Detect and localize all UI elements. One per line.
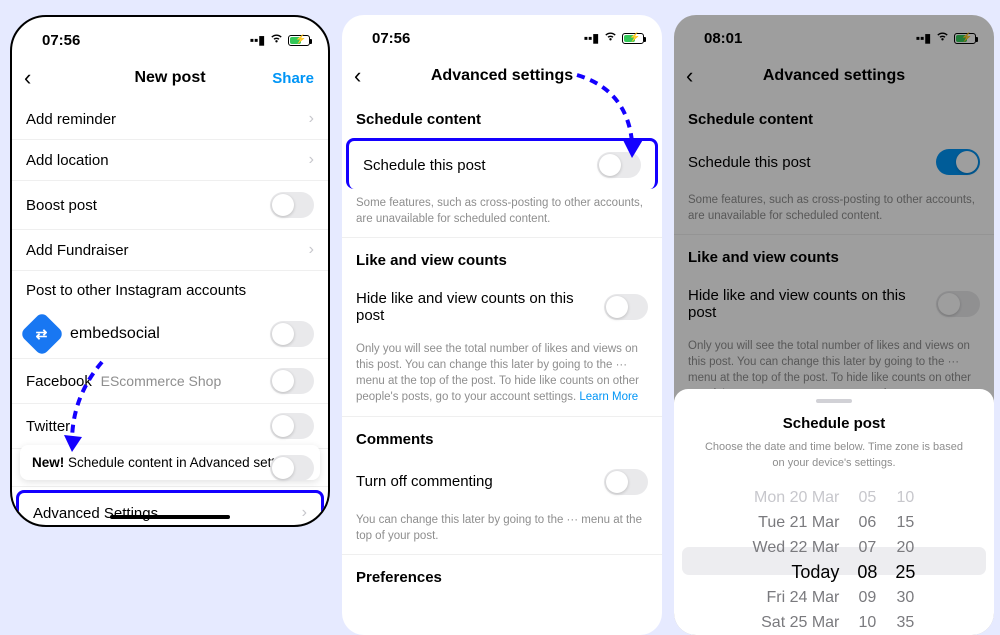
battery-icon: ⚡ bbox=[288, 35, 310, 46]
battery-icon: ⚡ bbox=[954, 33, 976, 44]
hide-likes-toggle[interactable] bbox=[604, 294, 648, 320]
learn-more-link[interactable]: Learn More bbox=[579, 391, 638, 403]
picker-col-minute[interactable]: 10 15 20 25 30 35 bbox=[895, 485, 915, 635]
picker-col-hour[interactable]: 05 06 07 08 09 10 bbox=[857, 485, 877, 635]
tumblr-toggle[interactable] bbox=[270, 455, 314, 481]
chevron-right-icon: › bbox=[309, 110, 314, 128]
section-schedule-header: Schedule content bbox=[674, 97, 994, 138]
status-bar: 07:56 ▪▪▮ ⚡ bbox=[12, 17, 328, 57]
wifi-icon bbox=[603, 31, 618, 45]
row-twitter[interactable]: Twitter bbox=[12, 404, 328, 449]
navbar: ‹ Advanced settings bbox=[342, 55, 662, 97]
section-schedule-header: Schedule content bbox=[342, 97, 662, 138]
hide-likes-toggle[interactable] bbox=[936, 291, 980, 317]
schedule-post-sheet: Schedule post Choose the date and time b… bbox=[674, 389, 994, 635]
status-time: 07:56 bbox=[42, 32, 80, 49]
status-time: 08:01 bbox=[704, 30, 742, 47]
wifi-icon bbox=[935, 31, 950, 45]
page-title: New post bbox=[134, 69, 205, 87]
page-title: Advanced settings bbox=[763, 67, 905, 85]
back-icon[interactable]: ‹ bbox=[354, 63, 361, 89]
sheet-handle[interactable] bbox=[816, 399, 852, 403]
facebook-toggle[interactable] bbox=[270, 368, 314, 394]
boost-toggle[interactable] bbox=[270, 192, 314, 218]
home-indicator bbox=[110, 515, 230, 519]
datetime-picker[interactable]: Mon 20 Mar Tue 21 Mar Wed 22 Mar Today F… bbox=[674, 485, 994, 635]
wifi-icon bbox=[269, 33, 284, 47]
status-bar: 07:56 ▪▪▮ ⚡ bbox=[342, 15, 662, 55]
row-add-fundraiser[interactable]: Add Fundraiser › bbox=[12, 230, 328, 271]
section-comments-header: Comments bbox=[342, 416, 662, 458]
comments-description: You can change this later by going to th… bbox=[342, 506, 662, 554]
status-bar: 08:01 ▪▪▮ ⚡ bbox=[674, 15, 994, 55]
row-add-location[interactable]: Add location › bbox=[12, 140, 328, 181]
schedule-description: Some features, such as cross-posting to … bbox=[674, 186, 994, 234]
likes-description: Only you will see the total number of li… bbox=[342, 335, 662, 415]
screen-advanced-settings: 07:56 ▪▪▮ ⚡ ‹ Advanced settings Schedule… bbox=[342, 15, 662, 635]
row-schedule-this-post[interactable]: Schedule this post bbox=[346, 138, 658, 189]
row-facebook[interactable]: Facebook EScommerce Shop bbox=[12, 359, 328, 404]
section-preferences-header: Preferences bbox=[342, 554, 662, 596]
row-hide-likes[interactable]: Hide like and view counts on this post bbox=[342, 279, 662, 335]
row-crosspost-header: Post to other Instagram accounts bbox=[12, 271, 328, 310]
screen-new-post: 07:56 ▪▪▮ ⚡ ‹ New post Share Add reminde… bbox=[10, 15, 330, 527]
back-icon[interactable]: ‹ bbox=[686, 63, 693, 89]
row-schedule-this-post[interactable]: Schedule this post bbox=[674, 138, 994, 186]
battery-icon: ⚡ bbox=[622, 33, 644, 44]
account-toggle[interactable] bbox=[270, 321, 314, 347]
row-boost-post[interactable]: Boost post bbox=[12, 181, 328, 230]
twitter-toggle[interactable] bbox=[270, 413, 314, 439]
chevron-right-icon: › bbox=[309, 241, 314, 259]
row-turn-off-commenting[interactable]: Turn off commenting bbox=[342, 458, 662, 506]
sheet-title: Schedule post bbox=[674, 409, 994, 440]
status-indicators: ▪▪▮ ⚡ bbox=[584, 31, 644, 45]
signal-icon: ▪▪▮ bbox=[584, 31, 599, 45]
schedule-toggle[interactable] bbox=[597, 152, 641, 178]
row-advanced-settings[interactable]: Advanced Settings › bbox=[16, 490, 324, 527]
status-indicators: ▪▪▮ ⚡ bbox=[250, 33, 310, 47]
status-indicators: ▪▪▮ ⚡ bbox=[916, 31, 976, 45]
signal-icon: ▪▪▮ bbox=[250, 33, 265, 47]
row-add-reminder[interactable]: Add reminder › bbox=[12, 99, 328, 140]
commenting-toggle[interactable] bbox=[604, 469, 648, 495]
account-avatar-icon: ⇄ bbox=[19, 311, 64, 356]
navbar: ‹ New post Share bbox=[12, 57, 328, 99]
back-icon[interactable]: ‹ bbox=[24, 65, 31, 91]
page-title: Advanced settings bbox=[431, 67, 573, 85]
section-likes-header: Like and view counts bbox=[674, 234, 994, 276]
navbar: ‹ Advanced settings bbox=[674, 55, 994, 97]
row-hide-likes[interactable]: Hide like and view counts on this post bbox=[674, 276, 994, 332]
picker-col-day[interactable]: Mon 20 Mar Tue 21 Mar Wed 22 Mar Today F… bbox=[753, 485, 840, 635]
sheet-description: Choose the date and time below. Time zon… bbox=[674, 440, 994, 485]
row-account-embedsocial[interactable]: ⇄ embedsocial bbox=[12, 310, 328, 359]
signal-icon: ▪▪▮ bbox=[916, 31, 931, 45]
share-button[interactable]: Share bbox=[272, 70, 314, 87]
section-likes-header: Like and view counts bbox=[342, 237, 662, 279]
screen-schedule-sheet: 08:01 ▪▪▮ ⚡ ‹ Advanced settings Schedule… bbox=[674, 15, 994, 635]
status-time: 07:56 bbox=[372, 30, 410, 47]
schedule-description: Some features, such as cross-posting to … bbox=[342, 189, 662, 237]
chevron-right-icon: › bbox=[309, 151, 314, 169]
chevron-right-icon: › bbox=[302, 504, 307, 522]
schedule-toggle[interactable] bbox=[936, 149, 980, 175]
